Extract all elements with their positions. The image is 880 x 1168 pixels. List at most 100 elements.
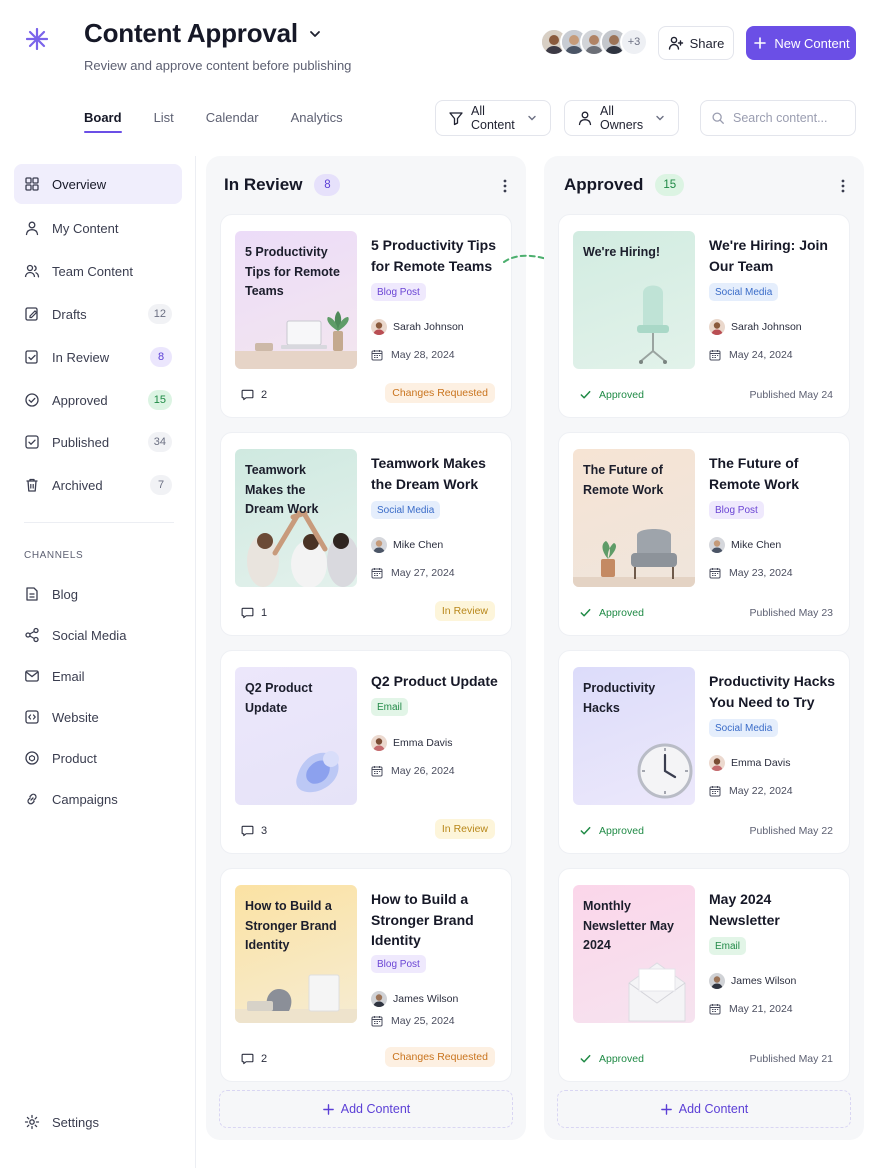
status-text: Approved: [599, 606, 644, 619]
channel-tag: Social Media: [709, 283, 779, 301]
collaborators-avatars[interactable]: +3: [540, 28, 648, 56]
tab-calendar[interactable]: Calendar: [206, 110, 259, 133]
card-title[interactable]: How to Build a Stronger Brand Identity: [371, 889, 501, 951]
content-card[interactable]: Monthly Newsletter May 2024 May 2024 New…: [558, 868, 850, 1082]
card-date: May 21, 2024: [709, 1003, 793, 1015]
owner-name: James Wilson: [731, 975, 797, 987]
add-content-label: Add Content: [340, 1102, 411, 1116]
document-icon: [26, 587, 38, 601]
page-subtitle: Review and approve content before publis…: [84, 58, 352, 73]
add-content-button[interactable]: Add Content: [557, 1090, 851, 1128]
content-card[interactable]: The Future of Remote Work The Future of …: [558, 432, 850, 636]
sidebar-item-product[interactable]: Product: [14, 738, 182, 778]
comments-count[interactable]: 2: [241, 1052, 267, 1065]
content-filter-dropdown[interactable]: All Content: [435, 100, 551, 136]
sidebar-item-drafts[interactable]: Drafts 12: [14, 294, 182, 334]
gear-icon: [24, 1114, 40, 1130]
user-icon: [25, 221, 39, 236]
more-vertical-icon[interactable]: [836, 178, 850, 194]
date-text: May 24, 2024: [729, 349, 793, 361]
content-card[interactable]: 5 Productivity Tips for Remote Teams 5 P…: [220, 214, 512, 418]
more-collaborators-badge[interactable]: +3: [620, 28, 648, 56]
comment-icon: [241, 389, 254, 401]
sidebar-item-settings[interactable]: Settings: [14, 1102, 182, 1142]
content-card[interactable]: Q2 Product Update Q2 Product Update Emai…: [220, 650, 512, 854]
thumbnail-text: Productivity Hacks: [583, 681, 656, 715]
tab-analytics[interactable]: Analytics: [291, 110, 343, 133]
comments-count[interactable]: 2: [241, 388, 267, 401]
column-count-badge: 15: [655, 174, 685, 196]
content-card[interactable]: We're Hiring! We're Hiring: Join Our Tea…: [558, 214, 850, 418]
card-title[interactable]: May 2024 Newsletter: [709, 889, 839, 930]
column-approved: Approved 15 We're Hiring! We're Hiring: …: [544, 156, 864, 1140]
card-owner: Mike Chen: [371, 537, 443, 553]
content-card[interactable]: How to Build a Stronger Brand Identity H…: [220, 868, 512, 1082]
plus-icon: [322, 1103, 334, 1115]
add-content-button[interactable]: Add Content: [219, 1090, 513, 1128]
column-title: In Review: [224, 175, 303, 194]
card-thumbnail: Teamwork Makes the Dream Work: [235, 449, 357, 587]
count-badge: 12: [147, 304, 172, 324]
sidebar-item-website[interactable]: Website: [14, 697, 182, 737]
approved-status: Approved: [579, 388, 644, 401]
card-title[interactable]: Productivity Hacks You Need to Try: [709, 671, 839, 712]
plus-icon: [754, 37, 767, 49]
chevron-down-icon: [310, 30, 320, 37]
sidebar-item-social-media[interactable]: Social Media: [14, 615, 182, 655]
new-content-button[interactable]: New Content: [746, 26, 856, 60]
count-badge: 8: [150, 347, 172, 367]
sidebar-item-email[interactable]: Email: [14, 656, 182, 696]
calendar-icon: [371, 568, 383, 579]
avatar: [709, 319, 725, 335]
status-text: Approved: [599, 824, 644, 837]
sidebar-item-campaigns[interactable]: Campaigns: [14, 779, 182, 819]
sidebar-item-blog[interactable]: Blog: [14, 574, 182, 614]
tab-list[interactable]: List: [154, 110, 174, 133]
date-text: May 22, 2024: [729, 785, 793, 797]
card-title[interactable]: We're Hiring: Join Our Team: [709, 235, 839, 276]
owners-filter-dropdown[interactable]: All Owners: [564, 100, 679, 136]
comments-count[interactable]: 3: [241, 824, 267, 837]
check-circle-icon: [25, 393, 39, 407]
tab-board[interactable]: Board: [84, 110, 122, 133]
card-thumbnail: We're Hiring!: [573, 231, 695, 369]
card-title[interactable]: 5 Productivity Tips for Remote Teams: [371, 235, 501, 276]
column-count-badge: 8: [314, 174, 341, 196]
sidebar-item-my-content[interactable]: My Content: [14, 208, 182, 248]
owner-name: Emma Davis: [731, 757, 791, 769]
add-content-label: Add Content: [678, 1102, 749, 1116]
settings-label: Settings: [52, 1114, 99, 1130]
sidebar-item-archived[interactable]: Archived 7: [14, 465, 182, 505]
card-title[interactable]: The Future of Remote Work: [709, 453, 839, 494]
card-title[interactable]: Q2 Product Update: [371, 671, 501, 692]
card-thumbnail: The Future of Remote Work: [573, 449, 695, 587]
date-text: May 28, 2024: [391, 349, 455, 361]
page-title-text: Content Approval: [84, 18, 298, 48]
calendar-icon: [709, 568, 721, 579]
sidebar-item-label: Archived: [52, 477, 103, 493]
sidebar-item-published[interactable]: Published 34: [14, 422, 182, 462]
page-title[interactable]: Content Approval: [84, 18, 322, 49]
sidebar-item-in-review[interactable]: In Review 8: [14, 337, 182, 377]
avatar: [371, 991, 387, 1007]
status-text: Changes Requested: [385, 383, 495, 403]
content-card[interactable]: Productivity Hacks Productivity Hacks Yo…: [558, 650, 850, 854]
sidebar-item-label: Campaigns: [52, 791, 118, 807]
share-button[interactable]: Share: [658, 26, 734, 60]
user-icon: [578, 111, 592, 126]
sidebar-item-approved[interactable]: Approved 15: [14, 380, 182, 420]
content-card[interactable]: Teamwork Makes the Dream Work Teamwork M…: [220, 432, 512, 636]
sidebar-item-team-content[interactable]: Team Content: [14, 251, 182, 291]
sidebar-item-label: Blog: [52, 586, 79, 602]
sidebar-item-overview[interactable]: Overview: [14, 164, 182, 204]
status-badge: Changes Requested: [385, 383, 495, 403]
search-input[interactable]: Search content...: [700, 100, 856, 136]
card-owner: Sarah Johnson: [371, 319, 464, 335]
thumbnail-text: 5 Productivity Tips for Remote Teams: [245, 245, 340, 298]
more-vertical-icon[interactable]: [498, 178, 512, 194]
comment-icon: [241, 825, 254, 837]
comments-count[interactable]: 1: [241, 606, 267, 619]
sidebar-item-label: Social Media: [52, 627, 127, 643]
calendar-icon: [709, 1004, 721, 1015]
card-title[interactable]: Teamwork Makes the Dream Work: [371, 453, 501, 494]
